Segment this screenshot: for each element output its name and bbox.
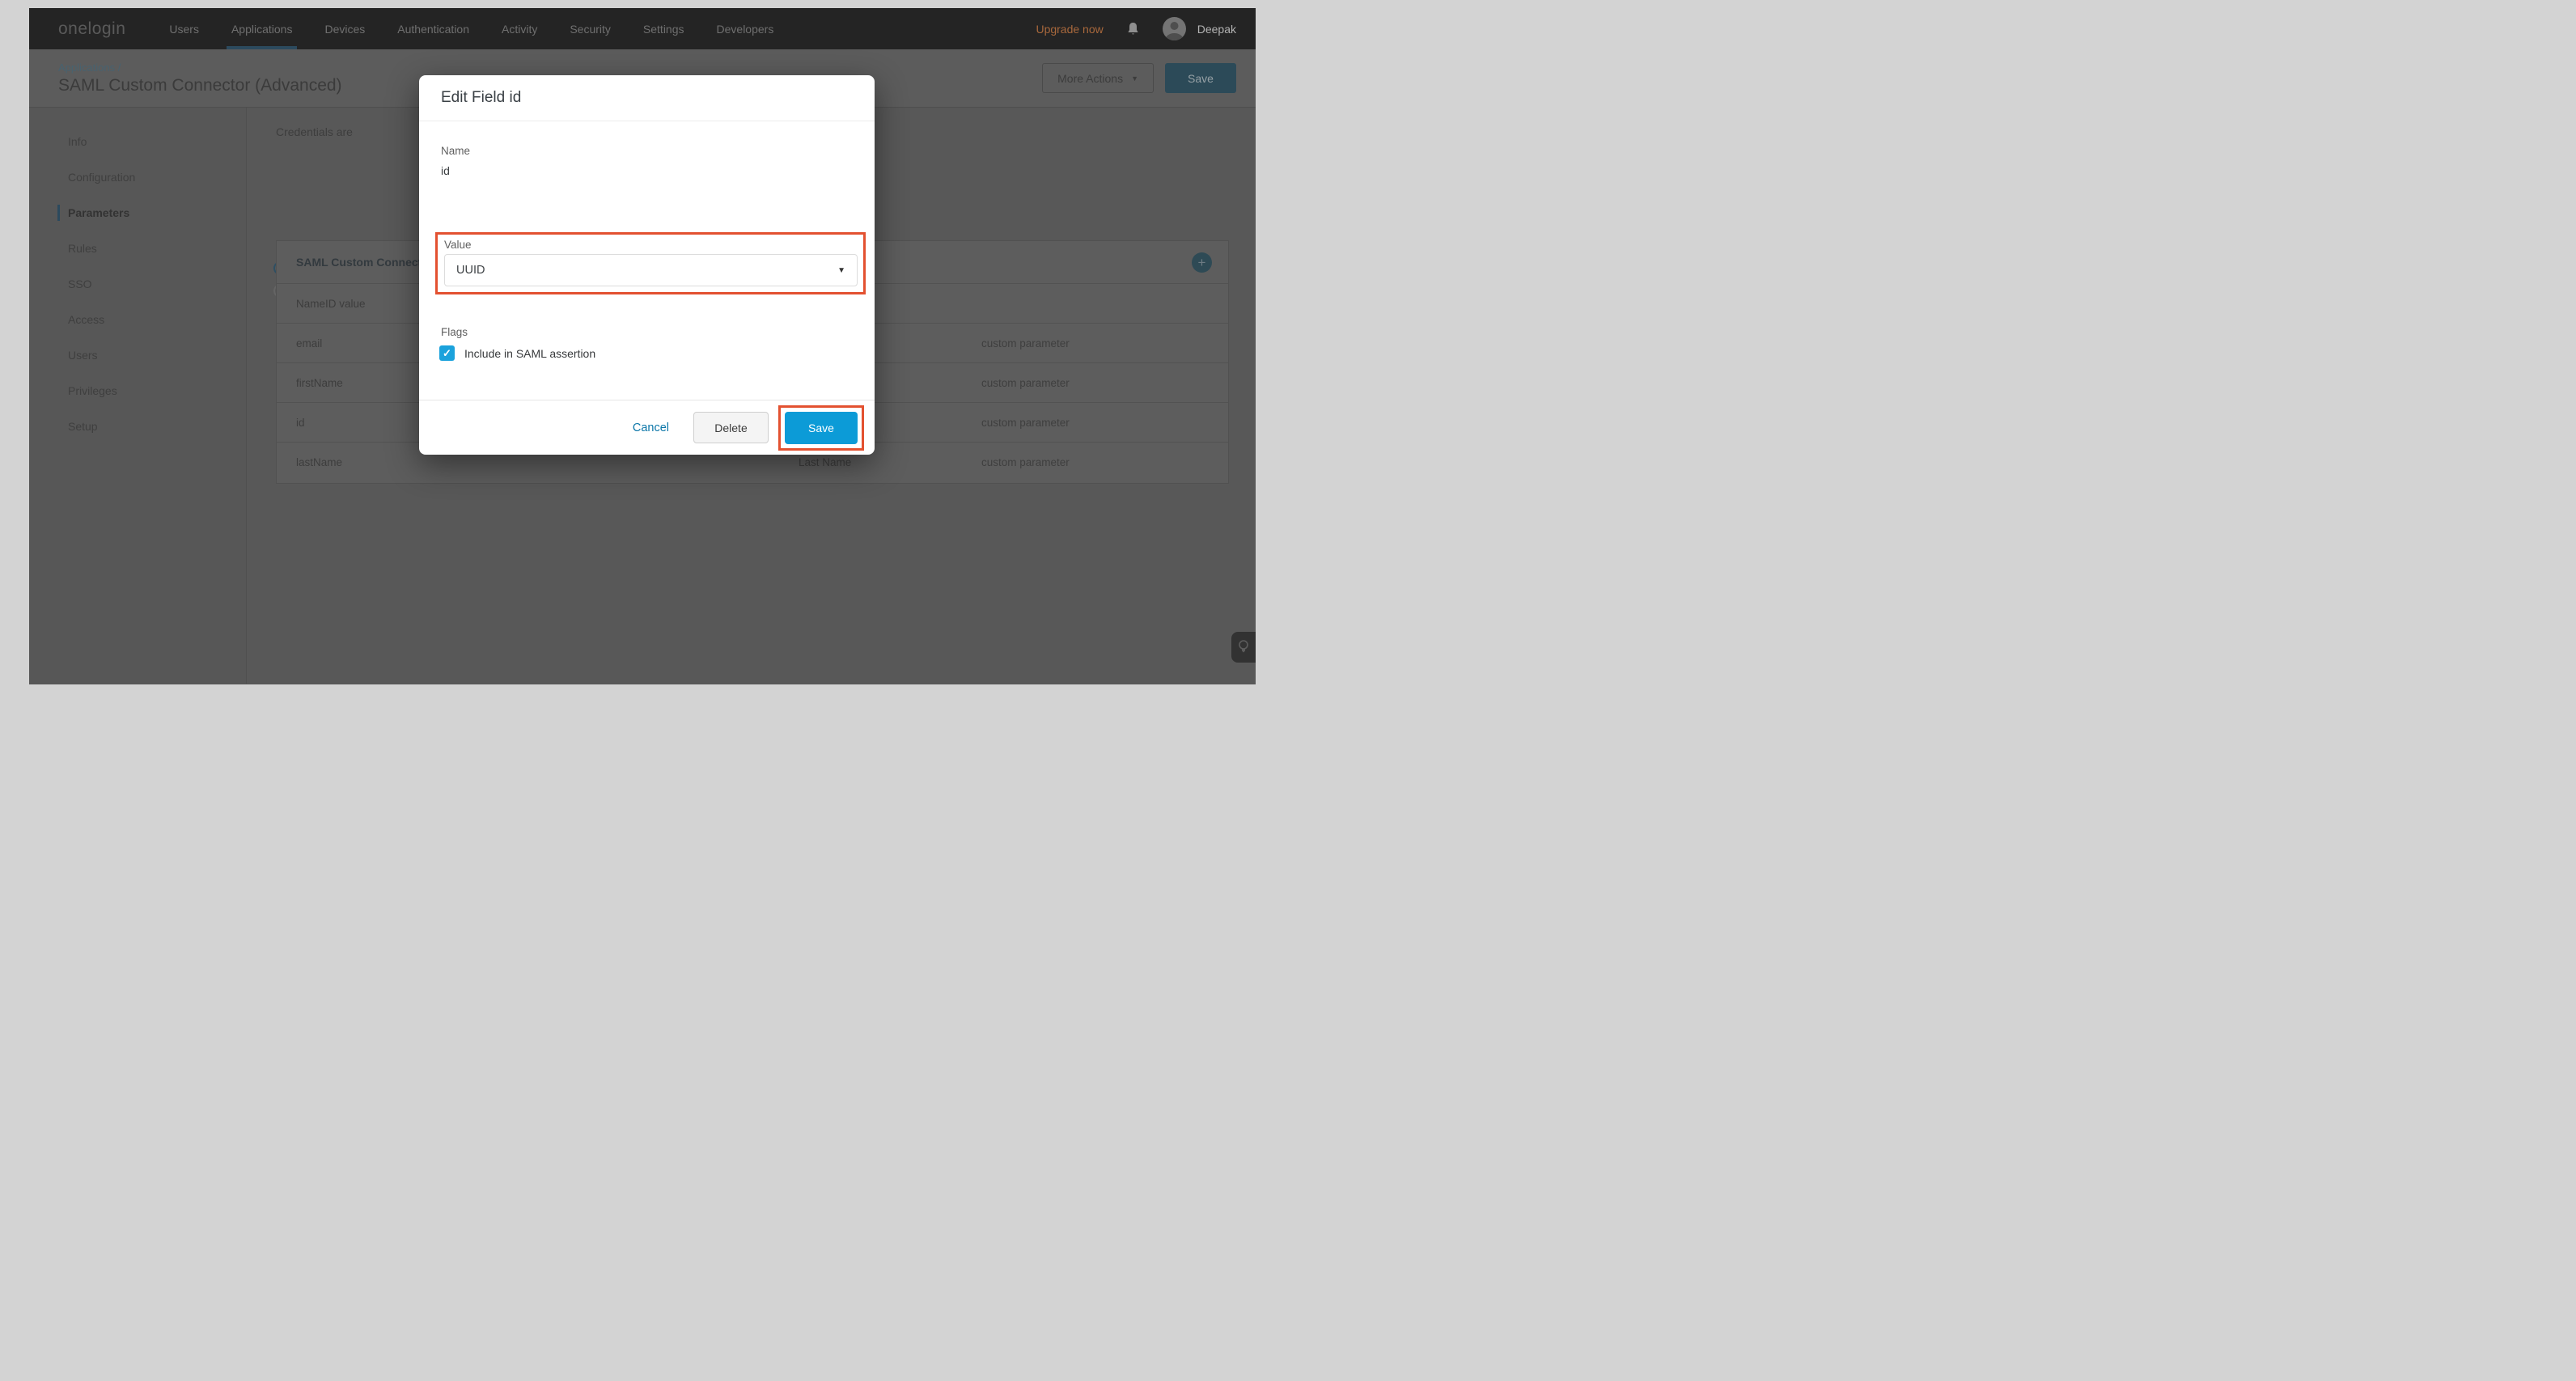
- nav-item-developers[interactable]: Developers: [717, 8, 774, 49]
- sidebar-item-sso[interactable]: SSO: [29, 266, 246, 302]
- sidebar-item-users[interactable]: Users: [29, 337, 246, 373]
- upgrade-now-link[interactable]: Upgrade now: [1036, 23, 1103, 36]
- credentials-are-label: Credentials are: [276, 125, 353, 138]
- nav-item-activity[interactable]: Activity: [502, 8, 537, 49]
- name-label: Name: [441, 145, 470, 157]
- value-highlight-box: Value UUID ▼: [435, 232, 866, 294]
- nav-item-devices[interactable]: Devices: [324, 8, 365, 49]
- user-menu[interactable]: Deepak: [1163, 17, 1236, 40]
- save-highlight-box: Save: [778, 405, 864, 451]
- app-sidebar: Info Configuration Parameters Rules SSO …: [29, 108, 247, 684]
- value-label: Value: [444, 239, 472, 251]
- nav-item-authentication[interactable]: Authentication: [397, 8, 469, 49]
- select-caret-icon: ▼: [837, 266, 845, 275]
- notifications-bell-icon[interactable]: [1126, 22, 1140, 36]
- nav-item-security[interactable]: Security: [570, 8, 611, 49]
- main-menu: Users Applications Devices Authenticatio…: [169, 8, 773, 49]
- nav-item-settings[interactable]: Settings: [643, 8, 684, 49]
- name-value: id: [441, 164, 450, 177]
- value-selected-option: UUID: [456, 264, 485, 277]
- more-actions-button[interactable]: More Actions ▼: [1042, 63, 1154, 93]
- more-actions-label: More Actions: [1057, 72, 1123, 85]
- flags-label: Flags: [441, 326, 468, 338]
- nav-item-applications[interactable]: Applications: [231, 8, 293, 49]
- modal-header: Edit Field id: [419, 75, 875, 121]
- page-title: SAML Custom Connector (Advanced): [58, 76, 342, 95]
- checkbox-label: Include in SAML assertion: [464, 347, 595, 360]
- modal-title: Edit Field id: [441, 89, 521, 107]
- edit-field-modal: Edit Field id Name id Value UUID ▼ Flags…: [419, 75, 875, 455]
- chevron-down-icon: ▼: [1131, 74, 1138, 83]
- navbar-right: Upgrade now Deepak: [1036, 17, 1236, 40]
- sidebar-item-privileges[interactable]: Privileges: [29, 373, 246, 409]
- table-title: SAML Custom Connecto: [296, 256, 429, 269]
- checkbox-checked-icon[interactable]: ✓: [439, 345, 455, 361]
- add-parameter-button[interactable]: +: [1192, 252, 1212, 273]
- sidebar-item-access[interactable]: Access: [29, 302, 246, 337]
- onelogin-logo: onelogin: [58, 19, 125, 39]
- sidebar-item-rules[interactable]: Rules: [29, 231, 246, 266]
- username-label: Deepak: [1197, 23, 1236, 36]
- avatar: [1163, 17, 1186, 40]
- sidebar-item-info[interactable]: Info: [29, 124, 246, 159]
- header-save-button[interactable]: Save: [1165, 63, 1236, 93]
- modal-footer: Cancel Delete Save: [419, 400, 875, 455]
- modal-save-button[interactable]: Save: [785, 412, 858, 444]
- sidebar-item-configuration[interactable]: Configuration: [29, 159, 246, 195]
- top-navbar: onelogin Users Applications Devices Auth…: [29, 8, 1256, 49]
- sidebar-item-setup[interactable]: Setup: [29, 409, 246, 444]
- delete-button[interactable]: Delete: [693, 412, 769, 443]
- sidebar-item-parameters[interactable]: Parameters: [29, 195, 246, 231]
- nav-item-users[interactable]: Users: [169, 8, 199, 49]
- include-in-saml-assertion-option[interactable]: ✓ Include in SAML assertion: [439, 345, 595, 361]
- feedback-bulb-button[interactable]: [1231, 632, 1256, 663]
- breadcrumb[interactable]: Applications /: [58, 61, 342, 74]
- lightbulb-icon: [1238, 639, 1249, 655]
- cancel-button[interactable]: Cancel: [633, 422, 669, 434]
- value-select[interactable]: UUID ▼: [444, 254, 858, 286]
